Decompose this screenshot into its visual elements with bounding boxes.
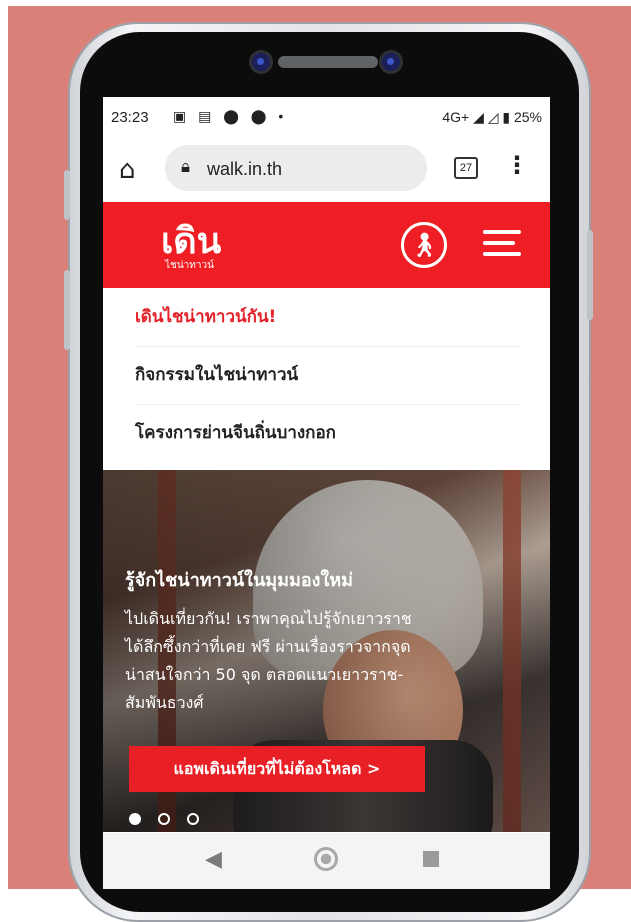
address-bar[interactable]: 🔒︎ walk.in.th [165,145,427,191]
home-button-icon[interactable] [314,847,338,871]
site-logo-subtitle: ไชน่าทาวน์ [165,260,214,271]
status-bar: 23:23 ▣ ▤ ⬤ ⬤ • 4G+ ◢ ◿ ▮ 25% [103,97,550,137]
carousel-dots [129,810,211,829]
home-icon[interactable]: ⌂ [119,155,136,185]
nav-item-activities[interactable]: กิจกรรมในไชน่าทาวน์ [135,346,521,405]
carousel-dot[interactable] [158,813,171,825]
nav-item-project[interactable]: โครงการย่านจีนถิ่นบางกอก [135,404,521,462]
hero-title: รู้จักไชน่าทาวน์ในมุมมองใหม่ [125,570,353,591]
url-text: walk.in.th [207,159,283,179]
android-nav-bar: ◀ [103,833,550,889]
hero-description: ไปเดินเที่ยวกัน! เราพาคุณไปรู้จักเยาวราช… [125,609,412,712]
dropdown-nav: เดินไชน่าทาวน์กัน! กิจกรรมในไชน่าทาวน์ โ… [103,288,550,469]
carousel-dot[interactable] [187,813,200,825]
hero-banner: รู้จักไชน่าทาวน์ในมุมมองใหม่ ไปเดินเที่ย… [103,470,550,832]
browser-toolbar: ⌂ 🔒︎ walk.in.th 27 ⋮ [103,137,550,201]
phone-side-button [64,270,70,350]
carousel-dot-active[interactable] [129,813,141,825]
phone-side-button [64,170,70,220]
phone-screen: 23:23 ▣ ▤ ⬤ ⬤ • 4G+ ◢ ◿ ▮ 25% ⌂ 🔒︎ walk.… [103,97,550,889]
app-cta-button[interactable]: แอพเดินเที่ยวที่ไม่ต้องโหลด > [129,746,425,792]
notification-icons: ▣ ▤ ⬤ ⬤ • [173,108,288,124]
back-icon[interactable]: ◀ [205,847,222,872]
site-header: เดิน ไชน่าทาวน์ 🚶︎ [103,202,550,288]
lock-icon: 🔒︎ [181,157,191,177]
status-right: 4G+ ◢ ◿ ▮ 25% [442,109,542,125]
status-time: 23:23 [111,109,149,126]
tab-switcher-button[interactable]: 27 [454,157,478,179]
phone-side-button [587,230,593,320]
walking-person-icon: 🚶︎ [408,231,440,259]
recents-icon[interactable] [423,851,439,867]
front-camera [252,53,270,71]
nav-item-walk-chinatown[interactable]: เดินไชน่าทาวน์กัน! [135,288,521,347]
hamburger-menu-icon[interactable] [483,230,521,263]
walking-person-button[interactable]: 🚶︎ [401,222,447,268]
front-sensor [382,53,400,71]
phone-speaker [278,56,378,68]
more-options-icon[interactable]: ⋮ [505,151,529,179]
